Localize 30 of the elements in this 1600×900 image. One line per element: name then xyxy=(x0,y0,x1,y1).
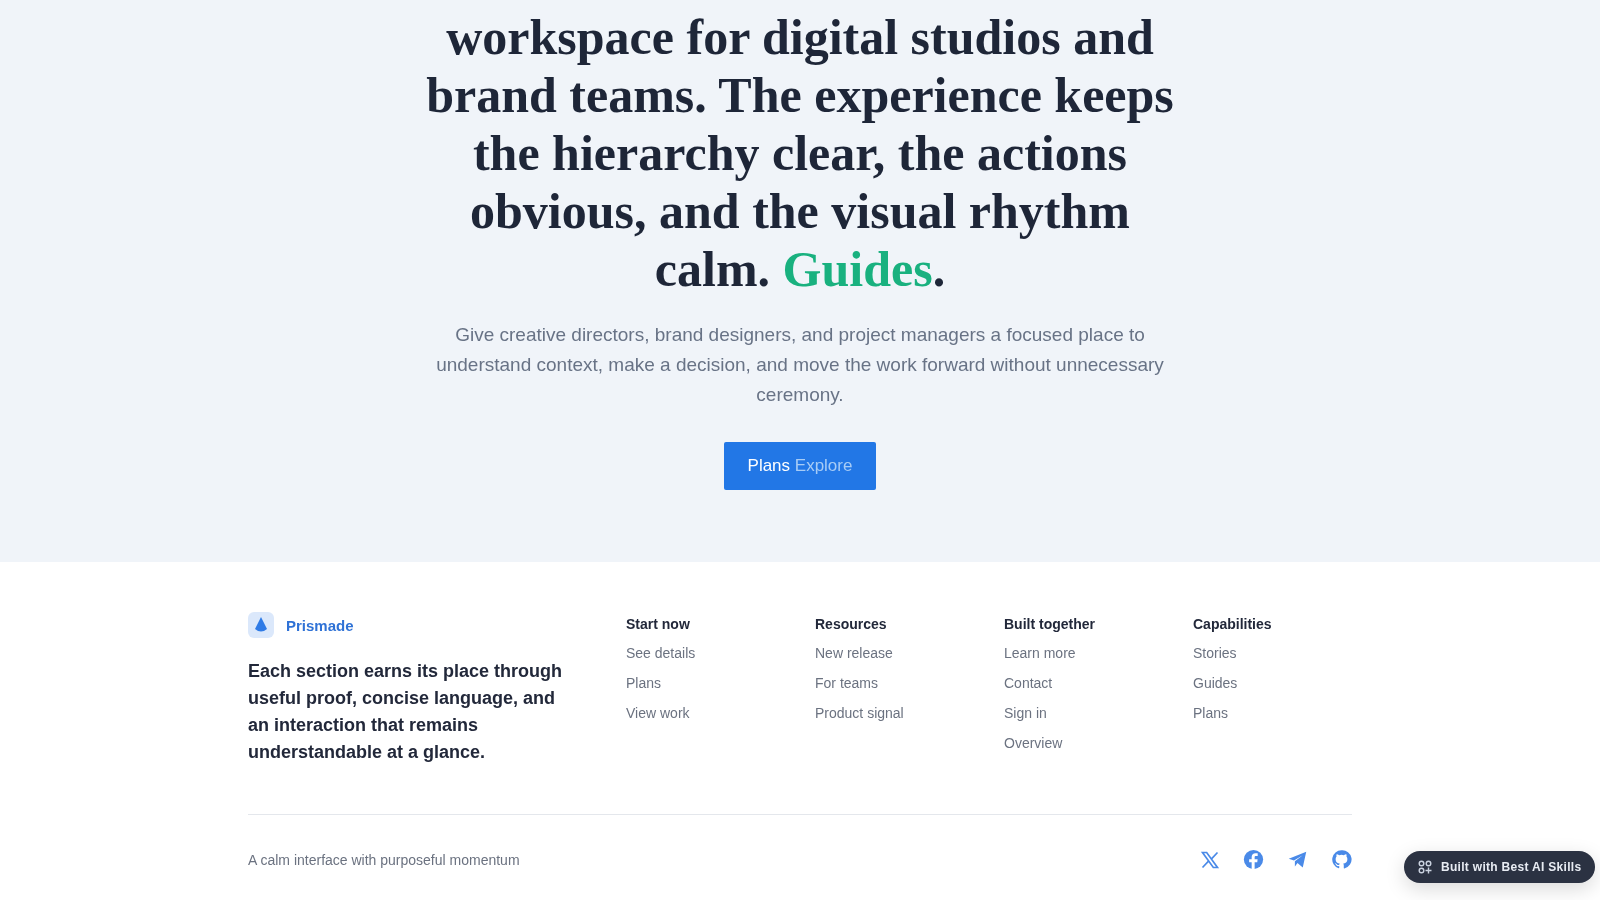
paper-plane-icon[interactable] xyxy=(1287,849,1308,870)
facebook-icon[interactable] xyxy=(1243,849,1264,870)
brand-name[interactable]: Prismade xyxy=(286,616,354,634)
column-heading: Resources xyxy=(815,616,888,632)
hero-description: Give creative directors, brand designers, and project managers a focused place to understand context, make a decision, and move the work forward without unnecessary ceremony. xyxy=(435,323,1165,407)
footer-tagline: A calm interface with purposeful momentum xyxy=(248,851,520,868)
x-icon[interactable] xyxy=(1200,849,1220,870)
column-heading: Start now xyxy=(626,616,691,632)
footer-link[interactable]: Guides xyxy=(1193,674,1382,692)
brand-statement: Each section earns its place through useful proof, concise language, and an interaction that remains understandable at a glance. xyxy=(248,660,564,764)
footer-link[interactable]: Sign in xyxy=(1004,704,1193,722)
footer-link[interactable]: Stories xyxy=(1193,644,1382,662)
footer-link[interactable]: Contact xyxy=(1004,674,1193,692)
footer-link[interactable]: Plans xyxy=(1193,704,1382,722)
apps-icon xyxy=(1418,860,1432,874)
footer-link[interactable]: Product signal xyxy=(815,704,1004,722)
github-icon[interactable] xyxy=(1331,849,1352,870)
footer-link[interactable]: View work xyxy=(626,704,815,722)
footer-link[interactable]: Plans xyxy=(626,674,815,692)
footer-link[interactable]: See details xyxy=(626,644,815,662)
footer-link[interactable]: New release xyxy=(815,644,1004,662)
footer-link[interactable]: For teams xyxy=(815,674,1004,692)
plans-button[interactable]: Plans Explore xyxy=(723,442,877,490)
hero-headline: workspace for digital studios and brand teams. The experience keeps the hierarchy clear, the actions obvious, and the visual rhythm calm. Guides. xyxy=(425,8,1175,298)
footer-link[interactable]: Overview xyxy=(1004,734,1193,752)
footer-link[interactable]: Learn more xyxy=(1004,644,1193,662)
column-heading: Built together xyxy=(1004,616,1096,632)
logo-icon xyxy=(248,612,274,638)
column-heading: Capabilities xyxy=(1193,616,1273,632)
built-with-badge[interactable]: Built with Best AI Skills xyxy=(1404,851,1596,883)
